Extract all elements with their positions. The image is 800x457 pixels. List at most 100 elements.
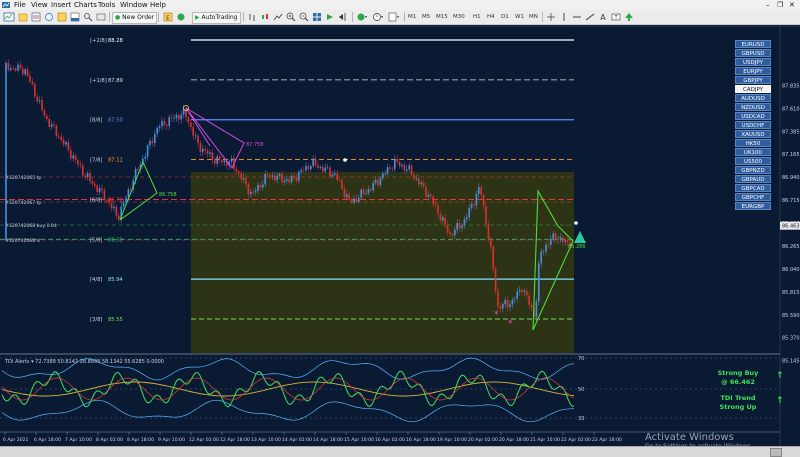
timeframe-w1[interactable]: W1 <box>515 13 524 21</box>
price-chart[interactable]: [+2/8] 88.28 [+1/8] 87.89 [8/8] 87.50 [7/8] 87.… <box>0 25 800 446</box>
symbol-button-gbpaud[interactable]: GBPAUD <box>735 174 771 184</box>
time-axis-label: 8 Apr 02:00 <box>96 437 123 443</box>
autotrading-button[interactable]: ▶ AutoTrading <box>192 12 241 24</box>
templates-icon[interactable] <box>388 12 400 22</box>
timeframe-h1[interactable]: H1 <box>473 13 481 21</box>
timeframe-m15[interactable]: M15 <box>436 13 448 21</box>
candle-body <box>197 135 199 144</box>
timeframe-d1[interactable]: D1 <box>501 13 509 21</box>
candle-body <box>410 165 413 175</box>
symbol-button-gbpusd[interactable]: GBPUSD <box>735 48 771 58</box>
crosshair-icon[interactable] <box>546 12 556 22</box>
tdi-level-label: 70 <box>578 356 584 362</box>
candle-body <box>478 187 480 194</box>
menu-insert[interactable]: Insert <box>51 0 71 10</box>
candle-body <box>298 171 300 181</box>
symbol-button-usdjpy[interactable]: USDJPY <box>735 57 771 67</box>
restore-icon[interactable]: ❐ <box>777 0 783 10</box>
menu-charts[interactable]: Charts <box>74 0 97 10</box>
periods-icon[interactable] <box>372 12 384 22</box>
zoom-out-icon[interactable] <box>299 12 309 22</box>
symbol-button-gbpnzd[interactable]: GBPNZD <box>735 165 771 175</box>
time-axis-label: 22 Apr 02:00 <box>561 437 591 443</box>
autoscroll-icon[interactable] <box>325 12 335 22</box>
minimize-icon[interactable]: – <box>766 0 770 10</box>
indicators-icon[interactable] <box>356 12 368 22</box>
order-label: #320742065 tp <box>5 175 41 181</box>
timeframe-h4[interactable]: H4 <box>487 13 495 21</box>
symbol-button-cadjpy[interactable]: CADJPY <box>735 84 771 94</box>
candle-body <box>82 165 84 176</box>
symbol-button-hk50[interactable]: HK50 <box>735 138 771 148</box>
symbol-button-us500[interactable]: US500 <box>735 156 771 166</box>
new-chart-icon[interactable] <box>3 12 15 22</box>
time-axis-label: 14 Apr 18:00 <box>313 437 343 443</box>
candle-body <box>473 204 475 206</box>
menu-window[interactable]: Window <box>120 0 148 10</box>
candle-body <box>55 125 58 137</box>
strategy-tester-icon[interactable] <box>83 12 93 22</box>
horizontal-line-icon[interactable] <box>572 12 582 22</box>
menu-file[interactable]: File <box>14 0 26 10</box>
murray-level-label: [3/8] <box>90 317 102 323</box>
candle-body <box>396 158 398 162</box>
chart-window[interactable]: [+2/8] 88.28 [+1/8] 87.89 [8/8] 87.50 [7/8] 87.… <box>0 25 800 450</box>
data-window-icon[interactable] <box>44 12 54 22</box>
candlestick-icon[interactable] <box>260 12 270 22</box>
candle-body <box>151 140 154 144</box>
timeframe-m30[interactable]: M30 <box>453 13 465 21</box>
new-order-button[interactable]: ● New Order <box>112 12 158 24</box>
candle-body <box>218 156 221 161</box>
swing-marker <box>574 221 578 225</box>
trendline-icon[interactable] <box>585 12 595 22</box>
timeframe-m5[interactable]: M5 <box>422 13 430 21</box>
timeframe-m1[interactable]: M1 <box>408 13 416 21</box>
menu-view[interactable]: View <box>31 0 48 10</box>
candle-body <box>257 184 259 191</box>
arrows-icon[interactable] <box>624 12 634 22</box>
candle-body <box>389 167 391 169</box>
candle-body <box>278 173 281 176</box>
close-icon[interactable]: ✕ <box>789 0 795 10</box>
text-tool-icon[interactable]: A <box>598 12 608 22</box>
candle-body <box>367 188 370 194</box>
symbol-button-gbpjpy[interactable]: GBPJPY <box>735 75 771 85</box>
candle-body <box>31 81 34 85</box>
bar-chart-icon[interactable] <box>247 12 257 22</box>
line-chart-icon[interactable] <box>273 12 283 22</box>
symbol-button-uk100[interactable]: UK100 <box>735 147 771 157</box>
profiles-icon[interactable] <box>18 12 28 22</box>
zoom-in-icon[interactable] <box>286 12 296 22</box>
menu-help[interactable]: Help <box>150 0 166 10</box>
symbol-button-gbpchf[interactable]: GBPCHF <box>735 192 771 202</box>
candle-body <box>418 178 420 185</box>
navigator-icon[interactable] <box>57 12 67 22</box>
terminal-icon[interactable] <box>70 12 80 22</box>
vertical-line-icon[interactable] <box>559 12 569 22</box>
symbol-button-usdcad[interactable]: USDCAD <box>735 111 771 121</box>
options-icon[interactable] <box>96 12 106 22</box>
metaeditor-icon[interactable]: E <box>163 12 173 22</box>
signals-icon[interactable] <box>176 12 186 22</box>
candle-body <box>19 64 22 69</box>
symbol-button-xauusd[interactable]: XAUUSD <box>735 129 771 139</box>
candle-body <box>386 167 389 174</box>
chart-shift-icon[interactable] <box>338 12 348 22</box>
candle-body <box>514 298 516 300</box>
text-label-icon[interactable]: T <box>611 12 621 22</box>
candle-body <box>252 191 254 193</box>
symbol-button-eurusd[interactable]: EURUSD <box>735 40 771 49</box>
symbol-button-nzdusd[interactable]: NZDUSD <box>735 102 771 112</box>
murray-level-label: [+2/8] <box>90 38 107 44</box>
market-watch-icon[interactable] <box>31 12 41 22</box>
symbol-button-eurgbp[interactable]: EURGBP <box>735 201 771 211</box>
tile-windows-icon[interactable] <box>312 12 322 22</box>
menu-tools[interactable]: Tools <box>98 0 115 10</box>
symbol-button-gbpcad[interactable]: GBPCAD <box>735 183 771 193</box>
symbol-button-usdchf[interactable]: USDCHF <box>735 120 771 130</box>
symbol-button-eurjpy[interactable]: EURJPY <box>735 66 771 76</box>
candle-body <box>259 184 262 188</box>
symbol-button-audusd[interactable]: AUDUSD <box>735 93 771 103</box>
timeframe-mn[interactable]: MN <box>529 13 538 21</box>
candle-body <box>490 238 492 247</box>
